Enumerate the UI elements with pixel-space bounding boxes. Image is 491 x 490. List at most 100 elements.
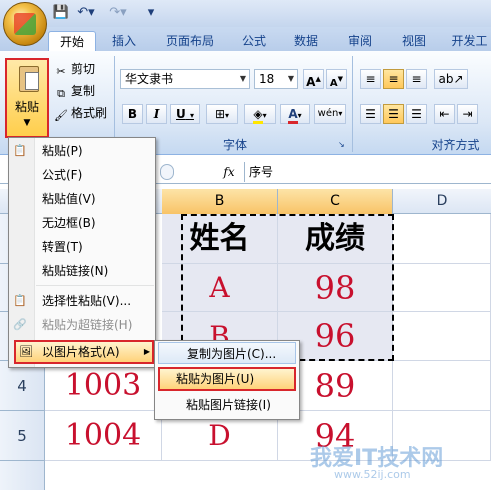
grow-font-button[interactable]: A▲ [303,69,324,89]
menu-item-paste-values[interactable]: 粘贴值(V) [10,187,154,211]
column-header-c[interactable]: C [278,189,393,214]
hyperlink-icon: 🔗 [13,318,27,331]
cell-a4[interactable]: 1003 [45,361,162,411]
menu-item-label: 粘贴值(V) [42,192,96,206]
font-color-button[interactable]: A▾ [280,104,310,124]
copy-button[interactable]: ⧉ 复制 [54,82,95,100]
font-name-value: 华文隶书 [125,72,174,86]
paste-special-icon: 📋 [13,294,27,307]
menu-item-copy-as-picture[interactable]: 复制为图片(C)... [158,342,296,364]
cell-c1[interactable]: 成绩 [278,214,393,264]
menu-item-transpose[interactable]: 转置(T) [10,235,154,259]
format-painter-button[interactable]: 🖌 格式刷 [54,104,107,122]
formula-input[interactable]: 序号 [244,162,491,182]
chevron-down-icon: ▾ [189,111,194,120]
column-header-b[interactable]: B [162,189,278,214]
alignment-group-label: 对齐方式 [431,138,480,152]
cell-d2[interactable] [393,264,491,312]
fill-color-button[interactable]: ◈▾ [244,104,276,124]
borders-button[interactable]: ⊞▾ [206,104,238,124]
menu-item-label: 粘贴为超链接(H) [42,318,133,332]
group-separator [352,56,353,152]
menu-item-formulas[interactable]: 公式(F) [10,163,154,187]
align-right-button[interactable]: ☰ [406,104,427,124]
font-size-combo[interactable]: 18 ▼ [254,69,298,89]
align-bottom-icon: ≡ [411,72,422,86]
row-header[interactable]: 5 [0,411,45,461]
grow-arrow-icon: ▲ [315,75,321,83]
row-header[interactable] [0,461,45,490]
watermark-url: www.52ij.com [334,468,411,481]
menu-item-label: 公式(F) [42,168,83,182]
menu-item-label: 以图片格式(A) [42,345,120,359]
menu-item-no-borders[interactable]: 无边框(B) [10,211,154,235]
paste-button[interactable]: 粘贴 ▼ [5,58,49,138]
chevron-down-icon: ▼ [287,74,295,83]
dialog-launcher-icon[interactable]: ↘ [338,140,348,150]
cell-c2[interactable]: 98 [278,264,393,312]
insert-function-icon[interactable]: fx [218,163,240,181]
italic-button[interactable]: I [146,104,167,124]
picture-icon: 🖼 [19,345,33,358]
menu-item-paste[interactable]: 📋 粘贴(P) [10,139,154,163]
undo-icon[interactable]: ↶▾ [72,4,100,22]
cell-d1[interactable] [393,214,491,264]
name-box-handle[interactable] [160,164,174,180]
cell-d3[interactable] [393,312,491,361]
chevron-down-icon: ▾ [225,111,230,120]
align-left-button[interactable]: ☰ [360,104,381,124]
tab-insert[interactable]: 插入 [104,31,144,51]
tab-formulas[interactable]: 公式 [236,31,272,51]
underline-button[interactable]: U ▾ [170,104,200,124]
menu-item-label: 无边框(B) [42,216,96,230]
cell-d4[interactable] [393,361,491,411]
decrease-indent-button[interactable]: ⇤ [434,104,455,124]
row-header[interactable]: 4 [0,361,45,411]
customize-qat-icon[interactable]: ▾ [144,4,158,22]
bold-button[interactable]: B [122,104,143,124]
tab-review[interactable]: 审阅 [340,31,380,51]
menu-item-paste-link[interactable]: 粘贴链接(N) [10,259,154,283]
menu-item-paste-as-picture[interactable]: 粘贴为图片(U) [158,367,296,391]
chevron-down-icon: ▾ [297,111,302,120]
align-bottom-button[interactable]: ≡ [406,69,427,89]
column-header-d[interactable]: D [393,189,491,214]
border-grid-icon: ⊞ [214,107,226,121]
chevron-down-icon: ▼ [239,74,247,83]
tab-home[interactable]: 开始 [48,31,96,51]
menu-item-label: 粘贴链接(N) [42,264,109,278]
shrink-arrow-icon: ▼ [337,75,344,83]
page-icon [25,72,39,90]
menu-item-label: 选择性粘贴(V)... [42,294,132,308]
tab-developer[interactable]: 开发工 [448,31,491,51]
chevron-down-icon: ▼ [23,118,31,128]
chevron-down-icon: ▾ [338,109,343,118]
align-center-button[interactable]: ☰ [383,104,404,124]
tab-data[interactable]: 数据 [286,31,326,51]
save-icon[interactable]: 💾 [52,4,70,22]
align-top-button[interactable]: ≡ [360,69,381,89]
copy-icon: ⧉ [57,87,65,100]
increase-indent-button[interactable]: ⇥ [457,104,478,124]
menu-item-paste-special[interactable]: 📋 选择性粘贴(V)... [10,289,154,313]
cell-b2[interactable]: A [162,264,278,312]
brush-icon: 🖌 [54,109,68,122]
menu-item-as-picture[interactable]: 🖼 以图片格式(A) ▶ [14,340,154,364]
cut-label: 剪切 [71,62,96,76]
align-middle-button[interactable]: ≡ [383,69,404,89]
decrease-indent-icon: ⇤ [439,107,450,121]
office-logo-icon [14,13,36,35]
phonetic-button[interactable]: wén▾ [314,104,346,124]
font-name-combo[interactable]: 华文隶书 ▼ [120,69,250,89]
tab-page-layout[interactable]: 页面布局 [158,31,222,51]
orientation-button[interactable]: ab↗ [434,69,468,89]
cut-button[interactable]: ✂ 剪切 [54,60,95,78]
paint-bucket-icon: ◈ [253,107,263,124]
office-button[interactable] [3,2,47,46]
cell-a5[interactable]: 1004 [45,411,162,461]
cell-b1[interactable]: 姓名 [162,214,278,264]
align-left-icon: ☰ [365,107,376,121]
tab-view[interactable]: 视图 [394,31,434,51]
shrink-font-button[interactable]: A▼ [326,69,347,89]
redo-icon[interactable]: ↷▾ [104,4,132,22]
